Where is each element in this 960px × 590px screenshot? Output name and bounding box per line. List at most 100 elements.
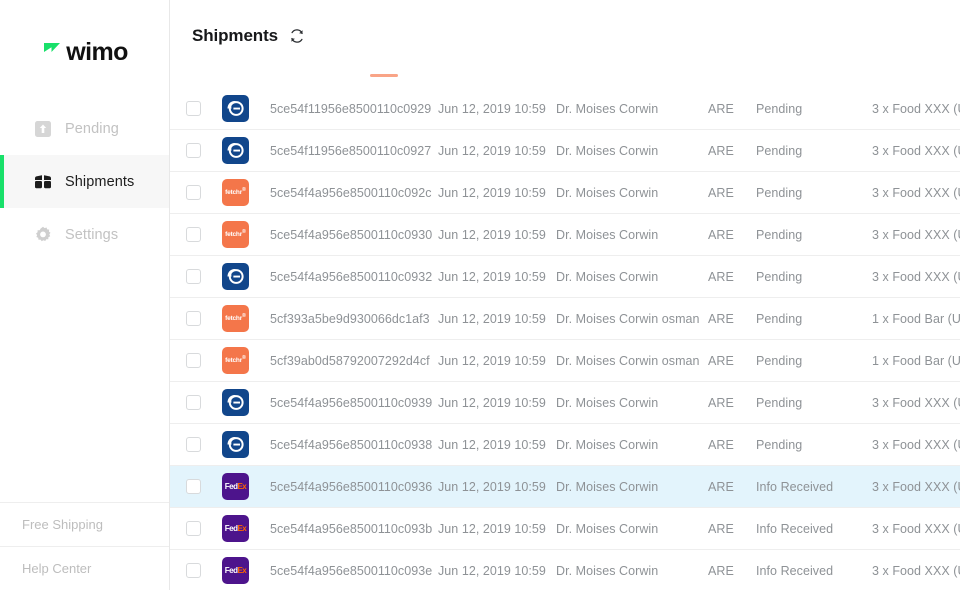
shipments-table: 5ce54f11956e8500110c0929 Jun 12, 2019 10:…: [170, 88, 960, 590]
table-row[interactable]: fetchr® 5cf39ab0d58792007292d4cf Jun 12, 2…: [170, 340, 960, 382]
carrier-cell: FedEx: [216, 557, 270, 584]
shipment-id-cell: 5ce54f4a956e8500110c0936: [270, 479, 433, 494]
table-row[interactable]: 5ce54f11956e8500110c0927 Jun 12, 2019 10:…: [170, 130, 960, 172]
recipient-cell: Dr. Moises Corwin: [556, 395, 659, 410]
shipment-id-cell: 5ce54f4a956e8500110c0938: [270, 437, 433, 452]
table-row[interactable]: 5ce54f4a956e8500110c0932 Jun 12, 2019 10:…: [170, 256, 960, 298]
row-checkbox[interactable]: [185, 563, 201, 578]
items-cell: 3 x Food XXX (US: [872, 563, 960, 578]
row-checkbox[interactable]: [185, 227, 201, 242]
items-cell: 3 x Food XXX (US: [872, 227, 960, 242]
country-cell: ARE: [708, 227, 734, 242]
carrier-cell: fetchr®: [216, 221, 270, 248]
country-cell: ARE: [708, 269, 734, 284]
recipient-cell: Dr. Moises Corwin osman: [556, 311, 700, 326]
carrier-cell: fetchr®: [216, 347, 270, 374]
carrier-cell: fetchr®: [216, 305, 270, 332]
app-root: wimo Pending Shipments Settings Free Shi…: [0, 0, 960, 590]
aramex-logo-icon: [222, 263, 249, 290]
aramex-logo-icon: [222, 137, 249, 164]
sidebar-item-pending[interactable]: Pending: [0, 102, 169, 155]
recipient-cell: Dr. Moises Corwin: [556, 269, 659, 284]
carrier-cell: FedEx: [216, 515, 270, 542]
row-checkbox[interactable]: [185, 269, 201, 284]
shipment-id-cell: 5ce54f4a956e8500110c093e: [270, 563, 433, 578]
items-cell: 1 x Food Bar (US: [872, 353, 960, 368]
row-checkbox[interactable]: [185, 521, 201, 536]
active-tab-indicator: [370, 74, 398, 77]
refresh-sync-icon[interactable]: [288, 27, 306, 45]
sidebar-item-label: Settings: [65, 226, 119, 243]
row-checkbox[interactable]: [185, 185, 201, 200]
row-select-cell: [170, 311, 216, 326]
country-cell: ARE: [708, 185, 734, 200]
table-row[interactable]: FedEx 5ce54f4a956e8500110c093b Jun 12, 201…: [170, 508, 960, 550]
table-row[interactable]: fetchr® 5ce54f4a956e8500110c092c Jun 12, 2…: [170, 172, 960, 214]
shipment-id-cell: 5ce54f11956e8500110c0927: [270, 143, 432, 158]
table-row[interactable]: 5ce54f4a956e8500110c0939 Jun 12, 2019 10:…: [170, 382, 960, 424]
sidebar-item-settings[interactable]: Settings: [0, 208, 169, 261]
date-cell: Jun 12, 2019 10:59: [438, 437, 546, 452]
row-checkbox[interactable]: [185, 437, 201, 452]
shipment-id-cell: 5ce54f4a956e8500110c0939: [270, 395, 433, 410]
date-cell: Jun 12, 2019 10:59: [438, 101, 546, 116]
date-cell: Jun 12, 2019 10:59: [438, 143, 546, 158]
recipient-cell: Dr. Moises Corwin osman: [556, 353, 700, 368]
items-cell: 3 x Food XXX (US: [872, 521, 960, 536]
row-checkbox[interactable]: [185, 101, 201, 116]
table-row[interactable]: FedEx 5ce54f4a956e8500110c093e Jun 12, 201…: [170, 550, 960, 590]
table-row[interactable]: fetchr® 5cf393a5be9d930066dc1af3 Jun 12, 2…: [170, 298, 960, 340]
shipment-id-cell: 5ce54f4a956e8500110c092c: [270, 185, 432, 200]
carrier-cell: [216, 95, 270, 122]
brand-logo[interactable]: wimo: [0, 0, 169, 100]
aramex-logo-icon: [222, 389, 249, 416]
row-checkbox[interactable]: [185, 353, 201, 368]
carrier-cell: FedEx: [216, 473, 270, 500]
shipment-id-cell: 5ce54f11956e8500110c0929: [270, 101, 432, 116]
shipment-id-cell: 5ce54f4a956e8500110c0930: [270, 227, 433, 242]
fetchr-logo-icon: fetchr®: [222, 305, 249, 332]
row-checkbox[interactable]: [185, 395, 201, 410]
items-cell: 3 x Food XXX (US: [872, 185, 960, 200]
footer-link-help-center[interactable]: Help Center: [0, 546, 169, 590]
shipment-id-cell: 5cf393a5be9d930066dc1af3: [270, 311, 430, 326]
row-select-cell: [170, 395, 216, 410]
sidebar-item-label: Pending: [65, 120, 119, 137]
aramex-logo-icon: [222, 431, 249, 458]
country-cell: ARE: [708, 521, 734, 536]
row-select-cell: [170, 479, 216, 494]
items-cell: 3 x Food XXX (US: [872, 101, 960, 116]
table-row[interactable]: 5ce54f11956e8500110c0929 Jun 12, 2019 10:…: [170, 88, 960, 130]
fetchr-logo-icon: fetchr®: [222, 347, 249, 374]
country-cell: ARE: [708, 563, 734, 578]
recipient-cell: Dr. Moises Corwin: [556, 227, 659, 242]
table-row[interactable]: FedEx 5ce54f4a956e8500110c0936 Jun 12, 201…: [170, 466, 960, 508]
table-row[interactable]: fetchr® 5ce54f4a956e8500110c0930 Jun 12, 2…: [170, 214, 960, 256]
footer-link-free-shipping[interactable]: Free Shipping: [0, 502, 169, 546]
row-select-cell: [170, 101, 216, 116]
carrier-cell: [216, 389, 270, 416]
items-cell: 1 x Food Bar (US: [872, 311, 960, 326]
fedex-logo-icon: FedEx: [222, 473, 249, 500]
row-checkbox[interactable]: [185, 311, 201, 326]
page-title: Shipments: [192, 26, 279, 45]
row-checkbox[interactable]: [185, 143, 201, 158]
fedex-logo-icon: FedEx: [222, 515, 249, 542]
date-cell: Jun 12, 2019 10:59: [438, 185, 546, 200]
recipient-cell: Dr. Moises Corwin: [556, 101, 659, 116]
items-cell: 3 x Food XXX (US: [872, 395, 960, 410]
recipient-cell: Dr. Moises Corwin: [556, 437, 659, 452]
row-checkbox[interactable]: [185, 479, 201, 494]
status-cell: Info Received: [756, 563, 834, 578]
sidebar-item-shipments[interactable]: Shipments: [0, 155, 169, 208]
status-cell: Pending: [756, 437, 803, 452]
fetchr-logo-icon: fetchr®: [222, 221, 249, 248]
country-cell: ARE: [708, 437, 734, 452]
green-arrow-logo-icon: [41, 39, 63, 66]
aramex-logo-icon: [222, 95, 249, 122]
items-cell: 3 x Food XXX (US: [872, 143, 960, 158]
status-cell: Info Received: [756, 479, 834, 494]
table-row[interactable]: 5ce54f4a956e8500110c0938 Jun 12, 2019 10:…: [170, 424, 960, 466]
sidebar-nav: Pending Shipments Settings: [0, 100, 169, 261]
date-cell: Jun 12, 2019 10:59: [438, 227, 546, 242]
